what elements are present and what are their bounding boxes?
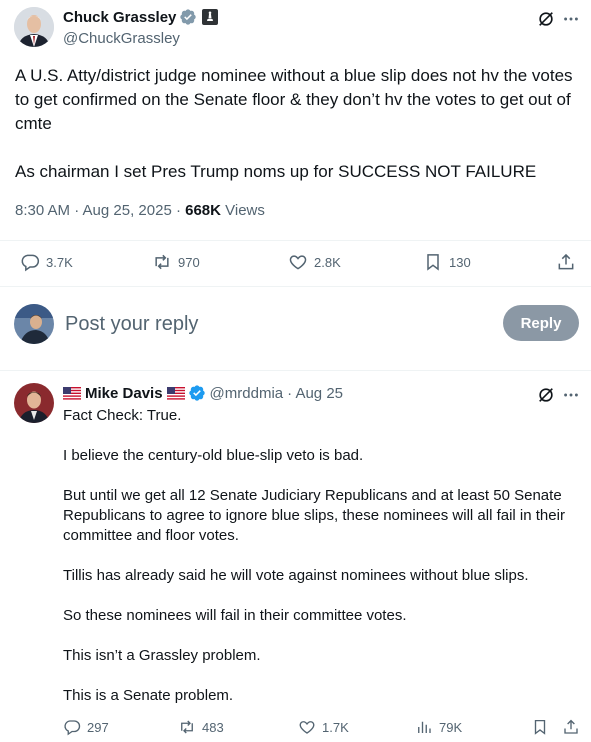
like-icon bbox=[299, 721, 315, 734]
author-avatar[interactable] bbox=[14, 7, 54, 47]
views-count: 668K bbox=[185, 202, 221, 219]
author-name[interactable]: Chuck Grassley bbox=[63, 9, 176, 26]
reply-date[interactable]: · Aug 25 bbox=[287, 385, 343, 402]
grok-icon[interactable] bbox=[535, 8, 557, 30]
repost-count: 970 bbox=[178, 254, 200, 270]
bookmark-count: 130 bbox=[449, 254, 471, 270]
reply-button[interactable]: 297 bbox=[63, 718, 109, 736]
share-button[interactable] bbox=[556, 252, 576, 272]
views-label: Views bbox=[220, 202, 265, 219]
share-icon bbox=[564, 719, 578, 734]
post-text-paragraph: As chairman I set Pres Trump noms up for… bbox=[15, 162, 537, 181]
views-button[interactable]: 79K bbox=[415, 718, 462, 736]
views-count: 79K bbox=[439, 719, 463, 735]
like-button[interactable]: 2.8K bbox=[288, 252, 341, 272]
reply-button[interactable]: 3.7K bbox=[20, 252, 73, 272]
reply-input[interactable]: Post your reply bbox=[65, 310, 485, 338]
like-count: 1.7K bbox=[322, 719, 349, 735]
reply-text-paragraph: Fact Check: True. bbox=[63, 407, 182, 424]
reply-text-paragraph: But until we get all 12 Senate Judiciary… bbox=[63, 487, 565, 544]
repost-button[interactable]: 970 bbox=[152, 252, 200, 272]
us-flag-icon bbox=[63, 386, 81, 400]
us-flag-icon bbox=[166, 386, 185, 400]
repost-icon bbox=[155, 254, 169, 270]
reply-icon bbox=[64, 720, 81, 736]
grok-icon[interactable] bbox=[535, 384, 557, 406]
like-count: 2.8K bbox=[314, 254, 341, 270]
bookmark-icon bbox=[427, 254, 439, 271]
composer-avatar[interactable] bbox=[14, 304, 54, 344]
reply-submit-button[interactable]: Reply bbox=[503, 305, 579, 341]
bookmark-button[interactable]: 130 bbox=[423, 252, 471, 272]
reply-text-paragraph: Tillis has already said he will vote aga… bbox=[63, 567, 529, 584]
reply-text-paragraph: So these nominees will fail in their com… bbox=[63, 607, 407, 624]
reply-text-paragraph: I believe the century-old blue-slip veto… bbox=[63, 447, 364, 464]
reply-text-paragraph: This isn’t a Grassley problem. bbox=[63, 647, 261, 664]
reply-submit-label: Reply bbox=[520, 314, 562, 332]
views-icon bbox=[418, 721, 431, 733]
like-icon bbox=[289, 255, 307, 270]
reply-author-name[interactable]: Mike Davis bbox=[85, 385, 163, 402]
reply-input-placeholder: Post your reply bbox=[65, 313, 199, 335]
gov-badge-icon bbox=[202, 9, 219, 25]
verified-badge-icon bbox=[179, 8, 197, 26]
verified-badge-icon bbox=[188, 384, 206, 402]
bookmark-icon bbox=[534, 719, 546, 735]
post-meta: 8:30 AM · Aug 25, 2025 · 668K Views bbox=[15, 202, 265, 219]
repost-button[interactable]: 483 bbox=[178, 718, 224, 736]
post-timestamp[interactable]: 8:30 AM · Aug 25, 2025 · bbox=[15, 202, 185, 219]
reply-icon bbox=[21, 254, 40, 272]
repost-count: 483 bbox=[202, 719, 224, 735]
more-icon[interactable] bbox=[560, 8, 582, 30]
like-button[interactable]: 1.7K bbox=[298, 718, 349, 736]
reply-author-handle[interactable]: @mrddmia bbox=[210, 385, 284, 402]
share-icon bbox=[558, 253, 574, 270]
bookmark-button[interactable] bbox=[531, 718, 549, 736]
reply-count: 297 bbox=[87, 719, 109, 735]
author-handle[interactable]: @ChuckGrassley bbox=[63, 30, 180, 47]
reply-text-paragraph: This is a Senate problem. bbox=[63, 687, 234, 704]
repost-icon bbox=[181, 720, 193, 734]
more-icon[interactable] bbox=[560, 384, 582, 406]
post-text-paragraph: A U.S. Atty/district judge nominee witho… bbox=[15, 66, 573, 133]
share-button[interactable] bbox=[562, 718, 580, 736]
reply-count: 3.7K bbox=[46, 254, 73, 270]
reply-author-avatar[interactable] bbox=[14, 383, 54, 423]
